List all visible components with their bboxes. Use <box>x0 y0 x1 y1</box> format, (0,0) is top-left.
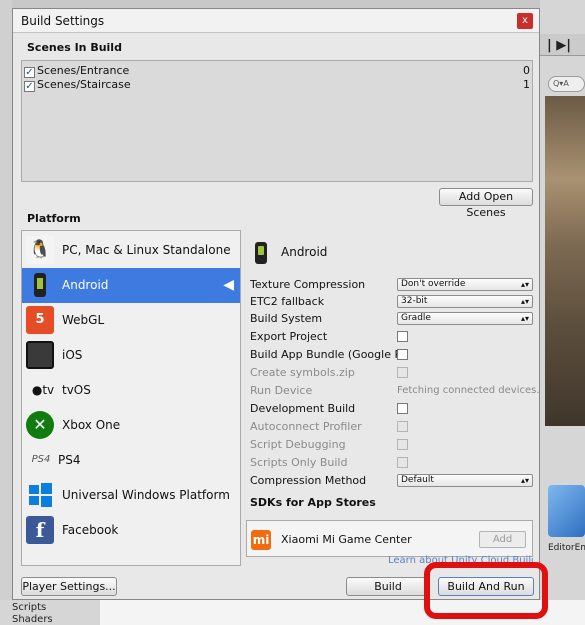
facebook-icon: f <box>26 516 54 544</box>
sdk-item: mi Xiaomi Mi Game Center Add <box>246 520 533 557</box>
create-symbols-label: Create symbols.zip <box>250 366 355 379</box>
platform-item-xbox[interactable]: ✕ Xbox One <box>22 408 240 443</box>
dropdown-arrow-icon: ▴▾ <box>520 476 529 485</box>
dropdown-value: Gradle <box>401 313 431 323</box>
tv-logo-text: tv <box>42 383 55 397</box>
platform-item-android[interactable]: Android ◀ <box>22 268 240 303</box>
window-titlebar[interactable]: Build Settings x <box>13 9 539 33</box>
scene-path: Scenes/Staircase <box>37 78 131 91</box>
scene-checkbox-icon[interactable]: ✓ <box>24 67 35 78</box>
scripts-only-build-label: Scripts Only Build <box>250 456 348 469</box>
dropdown-value: Default <box>401 475 434 485</box>
asset-cube-icon[interactable] <box>548 485 585 537</box>
dropdown-value: Don't override <box>401 279 466 289</box>
build-system-label: Build System <box>250 312 323 325</box>
platform-label: iOS <box>62 348 83 362</box>
windows-icon <box>26 481 54 509</box>
scene-index: 1 <box>523 78 530 91</box>
apple-tv-icon: ●tv <box>26 376 60 404</box>
xbox-icon: ✕ <box>26 411 54 439</box>
platform-item-tvos[interactable]: ●tv tvOS <box>22 373 240 408</box>
xiaomi-mi-icon: mi <box>251 530 271 550</box>
platform-label: WebGL <box>62 313 105 327</box>
platform-item-uwp[interactable]: Universal Windows Platform <box>22 478 240 513</box>
platform-item-ps4[interactable]: PS4 PS4 <box>22 443 240 478</box>
build-settings-window: Build Settings x Scenes In Build ✓ Scenes… <box>12 8 540 600</box>
ps4-icon: PS4 <box>31 454 51 465</box>
create-symbols-checkbox <box>397 367 408 378</box>
platform-item-ios[interactable]: iOS <box>22 338 240 373</box>
platform-label: Android <box>62 278 109 292</box>
run-device-value: Fetching connected devices. <box>397 385 540 396</box>
texture-compression-label: Texture Compression <box>250 278 366 291</box>
build-system-dropdown[interactable]: Gradle ▴▾ <box>397 312 533 325</box>
close-icon[interactable]: x <box>517 13 533 29</box>
pause-step-icon[interactable]: | ▶| <box>547 38 571 53</box>
ios-device-icon <box>26 341 54 369</box>
development-build-checkbox[interactable] <box>397 403 408 414</box>
scene-path: Scenes/Entrance <box>37 64 130 77</box>
platform-label: tvOS <box>62 383 91 397</box>
dropdown-value: 32-bit <box>401 296 428 306</box>
android-icon <box>255 242 267 264</box>
platform-label: Facebook <box>62 523 119 537</box>
etc2-fallback-dropdown[interactable]: 32-bit ▴▾ <box>397 295 533 308</box>
compression-method-dropdown[interactable]: Default ▴▾ <box>397 474 533 487</box>
pc-mac-linux-icon: 🐧 <box>26 236 54 264</box>
scenes-in-build-header: Scenes In Build <box>27 41 122 54</box>
platform-item-standalone[interactable]: 🐧 PC, Mac & Linux Standalone <box>22 233 240 268</box>
platform-label: PS4 <box>58 453 81 467</box>
scripts-only-build-checkbox <box>397 457 408 468</box>
player-settings-button[interactable]: Player Settings... <box>21 577 117 596</box>
platform-settings-panel: Android Texture Compression Don't overri… <box>241 230 540 566</box>
html5-icon: 5 <box>26 306 54 334</box>
scene-index: 0 <box>523 64 530 77</box>
script-debugging-label: Script Debugging <box>250 438 346 451</box>
scene-checkbox-icon[interactable]: ✓ <box>24 81 35 92</box>
platform-settings-title: Android <box>281 245 328 259</box>
annotation-highlight-ring <box>424 562 548 619</box>
script-debugging-checkbox <box>397 439 408 450</box>
add-open-scenes-button[interactable]: Add Open Scenes <box>439 188 533 219</box>
dropdown-arrow-icon: ▴▾ <box>520 314 529 323</box>
sdk-label: Xiaomi Mi Game Center <box>281 533 412 546</box>
window-title: Build Settings <box>21 14 105 28</box>
build-app-bundle-label: Build App Bundle (Google Play) <box>250 348 397 361</box>
platform-list[interactable]: 🐧 PC, Mac & Linux Standalone Android ◀ 5… <box>21 230 241 566</box>
project-item[interactable]: Scripts <box>12 602 46 613</box>
export-project-label: Export Project <box>250 330 328 343</box>
dropdown-arrow-icon: ▴▾ <box>520 280 529 289</box>
sdk-add-button[interactable]: Add <box>479 531 526 548</box>
apple-logo-icon: ● <box>31 383 43 397</box>
project-item[interactable]: Shaders <box>12 614 53 625</box>
dropdown-arrow-icon: ▴▾ <box>520 297 529 306</box>
platform-item-facebook[interactable]: f Facebook <box>22 513 240 548</box>
scene-view[interactable] <box>545 96 585 426</box>
texture-compression-dropdown[interactable]: Don't override ▴▾ <box>397 278 533 291</box>
platform-label: PC, Mac & Linux Standalone <box>62 243 231 257</box>
etc2-fallback-label: ETC2 fallback <box>250 295 325 308</box>
build-button[interactable]: Build <box>346 577 430 596</box>
compression-method-label: Compression Method <box>250 474 367 487</box>
android-icon <box>26 271 54 299</box>
scenes-list[interactable]: ✓ Scenes/Entrance 0 ✓ Scenes/Staircase 1 <box>21 60 533 182</box>
editor-left-edge <box>0 0 12 625</box>
hierarchy-search-input[interactable]: Q▾A <box>548 76 585 92</box>
asset-label: EditorEm <box>548 543 585 553</box>
export-project-checkbox[interactable] <box>397 331 408 342</box>
development-build-label: Development Build <box>250 402 356 415</box>
platform-item-webgl[interactable]: 5 WebGL <box>22 303 240 338</box>
sdks-header: SDKs for App Stores <box>250 496 376 509</box>
build-app-bundle-checkbox[interactable] <box>397 349 408 360</box>
project-panel: Scripts Shaders <box>0 600 100 625</box>
unity-logo-icon: ◀ <box>223 277 234 293</box>
platform-header: Platform <box>27 212 81 225</box>
platform-label: Xbox One <box>62 418 121 432</box>
run-device-label: Run Device <box>250 384 313 397</box>
scene-row[interactable]: ✓ Scenes/Staircase 1 <box>24 78 532 92</box>
platform-label: Universal Windows Platform <box>62 488 230 502</box>
autoconnect-profiler-label: Autoconnect Profiler <box>250 420 362 433</box>
autoconnect-profiler-checkbox <box>397 421 408 432</box>
scene-row[interactable]: ✓ Scenes/Entrance 0 <box>24 64 532 78</box>
